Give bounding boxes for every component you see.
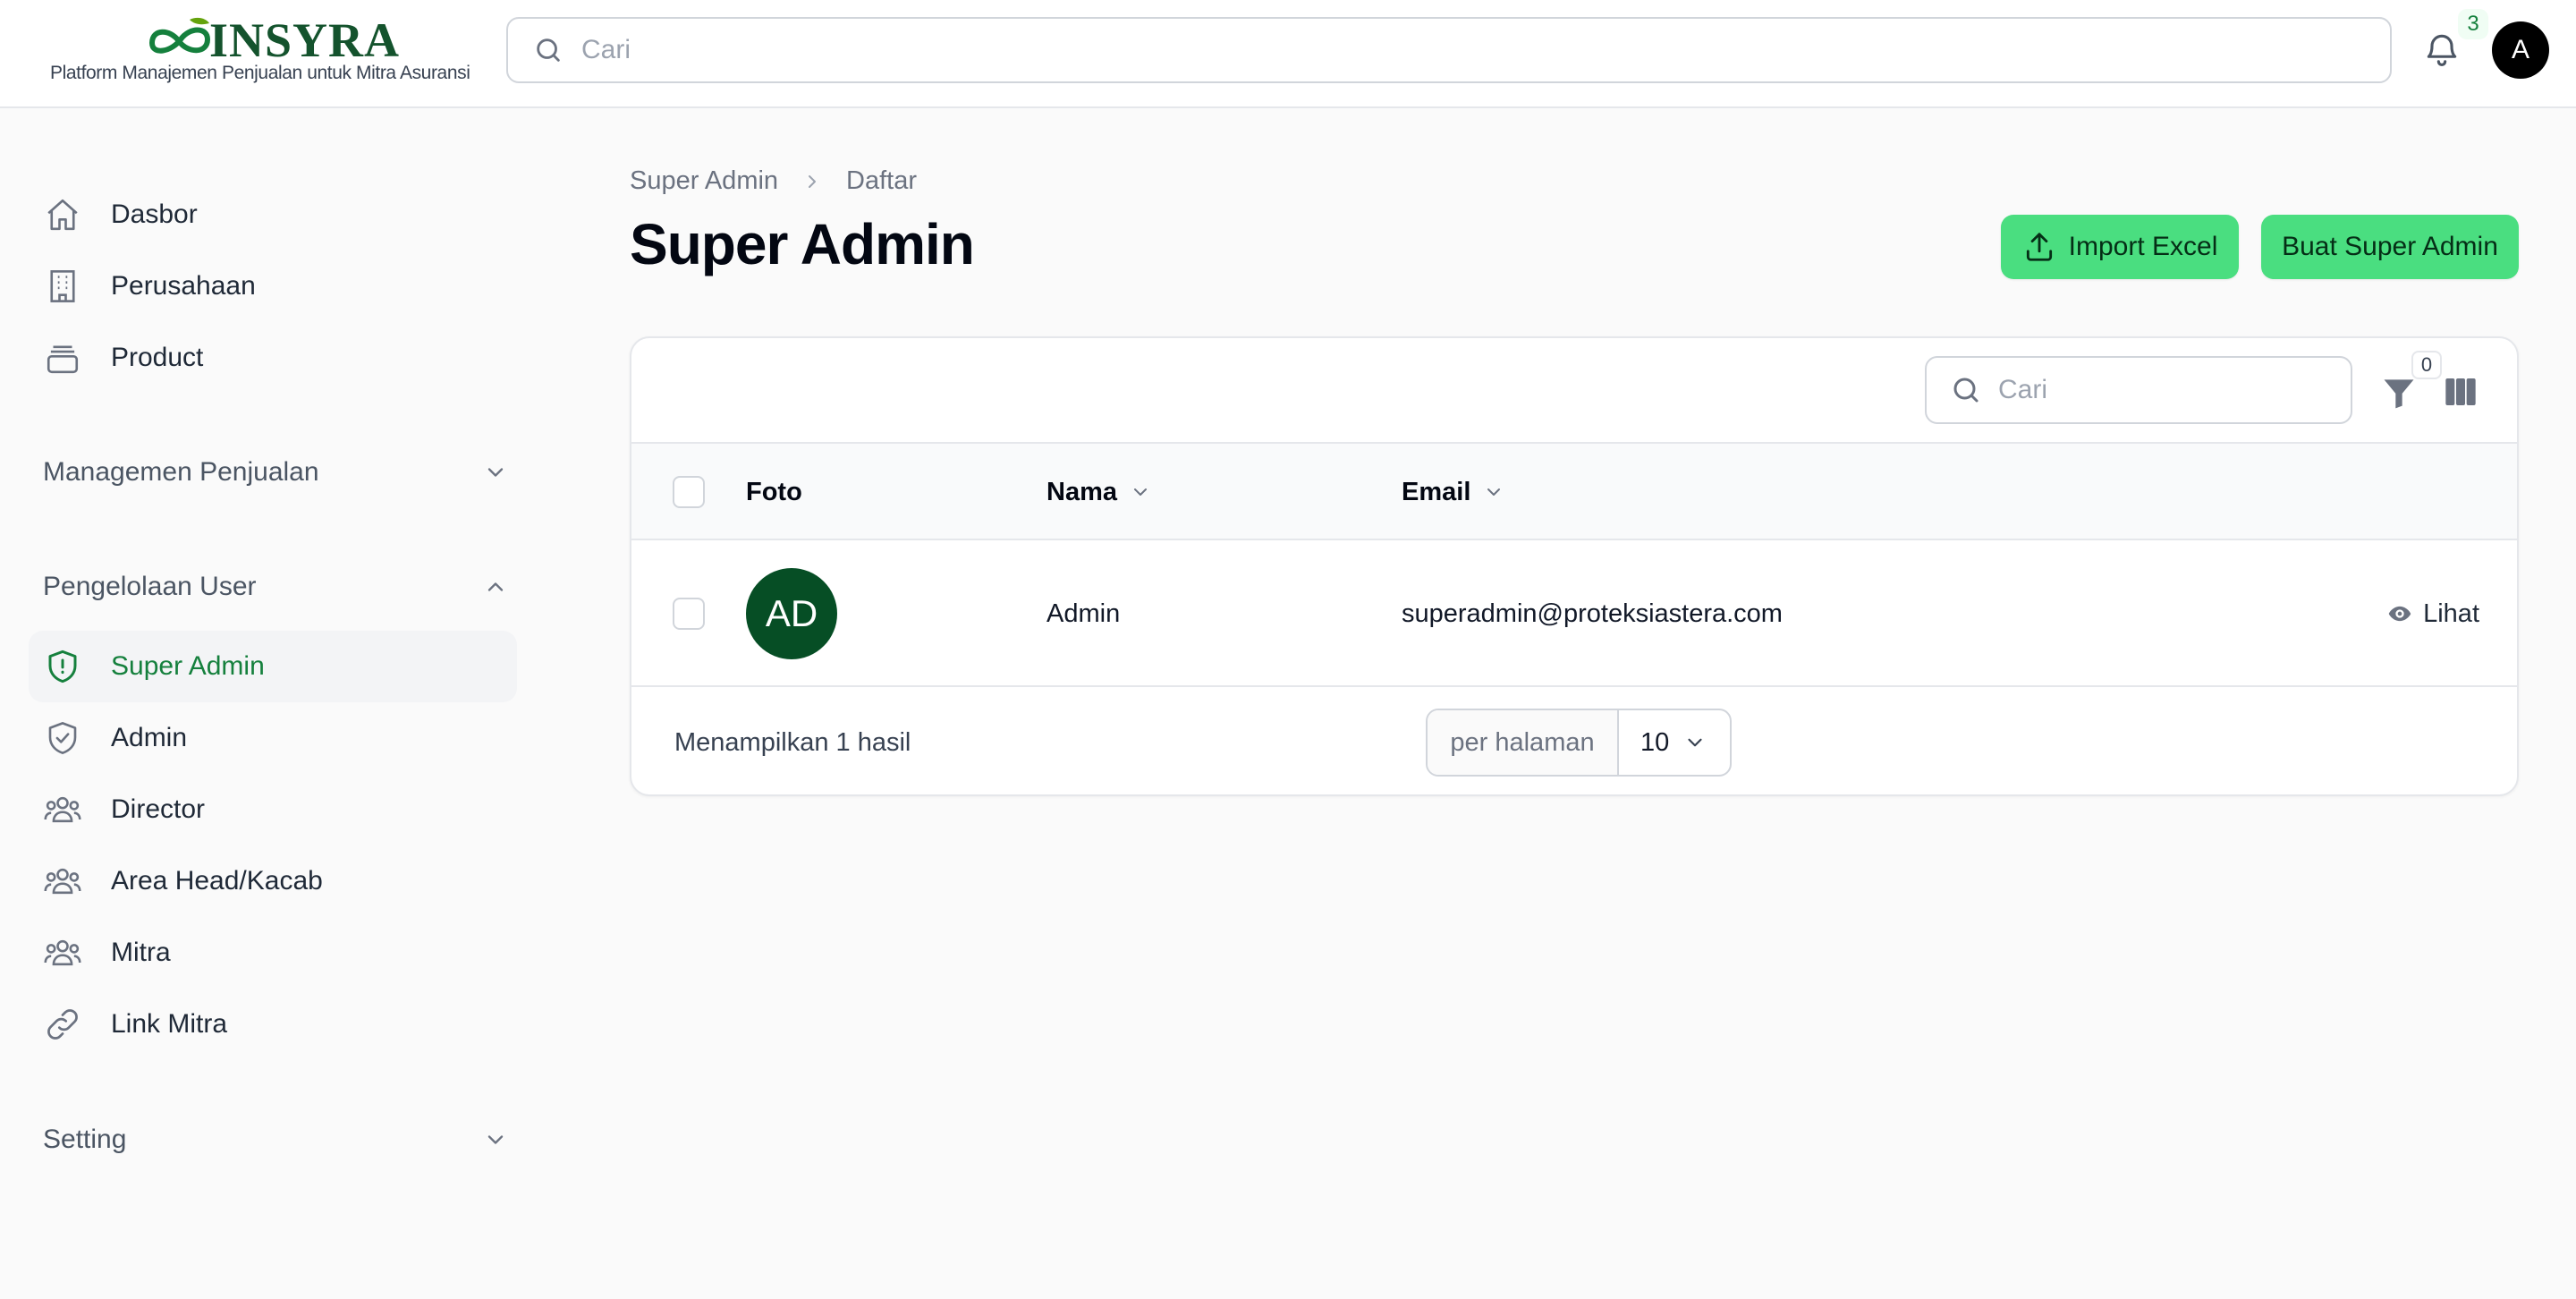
chevron-down-icon bbox=[1483, 481, 1504, 503]
sidebar-item-label: Director bbox=[111, 794, 206, 824]
shield-check-icon bbox=[43, 718, 82, 758]
brand-logo[interactable]: INSYRA Platform Manajemen Penjualan untu… bbox=[50, 16, 470, 89]
table-header: Foto Nama Email bbox=[631, 444, 2517, 540]
page-title: Super Admin bbox=[630, 212, 975, 276]
sidebar-item-label: Super Admin bbox=[111, 651, 265, 681]
user-avatar[interactable]: A bbox=[2492, 21, 2549, 79]
infinity-leaf-icon bbox=[148, 17, 211, 54]
result-count-text: Menampilkan 1 hasil bbox=[674, 727, 911, 757]
create-super-admin-button[interactable]: Buat Super Admin bbox=[2261, 215, 2519, 279]
sidebar-item-dasbor[interactable]: Dasbor bbox=[29, 179, 517, 250]
sidebar-item-mitra[interactable]: Mitra bbox=[29, 917, 517, 989]
filter-count-badge: 0 bbox=[2411, 351, 2442, 379]
table-row[interactable]: AD Admin superadmin@proteksiastera.com L… bbox=[631, 540, 2517, 687]
breadcrumb-current: Daftar bbox=[846, 166, 918, 195]
sidebar-item-label: Product bbox=[111, 343, 204, 372]
chevron-down-icon bbox=[1130, 481, 1151, 503]
sidebar-group-setting[interactable]: Setting bbox=[29, 1113, 517, 1167]
import-excel-button[interactable]: Import Excel bbox=[2001, 215, 2239, 279]
home-icon bbox=[43, 195, 82, 234]
column-header-label: Nama bbox=[1046, 477, 1117, 506]
select-all-checkbox[interactable] bbox=[673, 476, 705, 508]
sidebar-item-label: Perusahaan bbox=[111, 271, 256, 301]
upload-icon bbox=[2022, 230, 2056, 264]
row-email-cell: superadmin@proteksiastera.com bbox=[1402, 599, 1783, 628]
sidebar-item-label: Mitra bbox=[111, 938, 171, 967]
chevron-down-icon bbox=[487, 1135, 504, 1144]
per-page-dropdown[interactable]: 10 bbox=[1619, 710, 1730, 775]
sidebar-item-label: Link Mitra bbox=[111, 1009, 228, 1039]
sidebar-group-label: Managemen Penjualan bbox=[43, 457, 319, 487]
sidebar-item-link-mitra[interactable]: Link Mitra bbox=[29, 989, 517, 1060]
breadcrumb-parent[interactable]: Super Admin bbox=[630, 166, 778, 196]
table-search[interactable] bbox=[1925, 356, 2352, 424]
chevron-right-icon bbox=[801, 171, 823, 192]
sidebar-item-admin[interactable]: Admin bbox=[29, 702, 517, 774]
brand-tagline: Platform Manajemen Penjualan untuk Mitra… bbox=[50, 63, 470, 83]
user-group-icon bbox=[43, 862, 82, 901]
chevron-down-icon bbox=[1688, 738, 1702, 747]
search-icon bbox=[537, 38, 560, 62]
sidebar-item-label: Admin bbox=[111, 723, 188, 752]
sidebar-group-label: Setting bbox=[43, 1125, 127, 1154]
box-icon bbox=[43, 338, 82, 378]
import-excel-label: Import Excel bbox=[2068, 232, 2218, 261]
user-group-icon bbox=[43, 933, 82, 972]
shield-exclamation-icon bbox=[43, 647, 82, 686]
search-icon bbox=[1953, 378, 1979, 403]
column-header-label: Foto bbox=[746, 477, 802, 506]
link-icon bbox=[43, 1005, 82, 1044]
column-header-email[interactable]: Email bbox=[1402, 444, 1504, 540]
sidebar-group-pengelolaan-user[interactable]: Pengelolaan User bbox=[29, 560, 517, 614]
global-search-input[interactable] bbox=[581, 35, 2281, 65]
building-icon bbox=[43, 267, 82, 306]
chevron-up-icon bbox=[487, 582, 504, 591]
notification-badge: 3 bbox=[2458, 9, 2488, 39]
sidebar-item-area-head[interactable]: Area Head/Kacab bbox=[29, 845, 517, 917]
columns-icon[interactable] bbox=[2442, 374, 2479, 410]
chevron-down-icon bbox=[487, 468, 504, 477]
avatar: AD bbox=[746, 568, 837, 659]
column-header-foto: Foto bbox=[746, 444, 802, 540]
user-group-icon bbox=[43, 790, 82, 829]
per-page-value: 10 bbox=[1640, 727, 1670, 757]
row-checkbox[interactable] bbox=[673, 598, 705, 630]
sidebar-item-director[interactable]: Director bbox=[29, 774, 517, 845]
sidebar-item-product[interactable]: Product bbox=[29, 322, 517, 394]
table-toolbar: 0 bbox=[631, 338, 2517, 444]
brand-name: INSYRA bbox=[209, 13, 401, 67]
per-page-select[interactable]: per halaman 10 bbox=[1426, 709, 1732, 777]
table-footer: Menampilkan 1 hasil per halaman 10 bbox=[631, 687, 2517, 794]
view-action-link[interactable]: Lihat bbox=[2387, 540, 2479, 687]
sidebar-item-super-admin[interactable]: Super Admin bbox=[29, 631, 517, 702]
row-name-cell: Admin bbox=[1046, 599, 1121, 628]
top-bar: INSYRA Platform Manajemen Penjualan untu… bbox=[0, 0, 2576, 108]
super-admin-table-card: 0 Foto Nama Email AD Admin superadmin@pr… bbox=[630, 336, 2519, 796]
global-search[interactable] bbox=[506, 17, 2392, 83]
sidebar-group-managemen-penjualan[interactable]: Managemen Penjualan bbox=[29, 446, 517, 499]
bell-icon[interactable] bbox=[2422, 27, 2462, 72]
row-photo-cell: AD bbox=[746, 540, 837, 687]
breadcrumb: Super Admin Daftar bbox=[630, 166, 917, 196]
sidebar-item-label: Dasbor bbox=[111, 200, 198, 229]
view-action-label: Lihat bbox=[2423, 599, 2479, 628]
table-search-input[interactable] bbox=[1998, 375, 2338, 405]
sidebar-item-label: Area Head/Kacab bbox=[111, 866, 323, 896]
sidebar-group-label: Pengelolaan User bbox=[43, 572, 257, 601]
per-page-label: per halaman bbox=[1428, 710, 1619, 775]
column-header-nama[interactable]: Nama bbox=[1046, 444, 1151, 540]
column-header-label: Email bbox=[1402, 477, 1471, 506]
sidebar-item-perusahaan[interactable]: Perusahaan bbox=[29, 250, 517, 322]
eye-icon bbox=[2387, 601, 2412, 626]
